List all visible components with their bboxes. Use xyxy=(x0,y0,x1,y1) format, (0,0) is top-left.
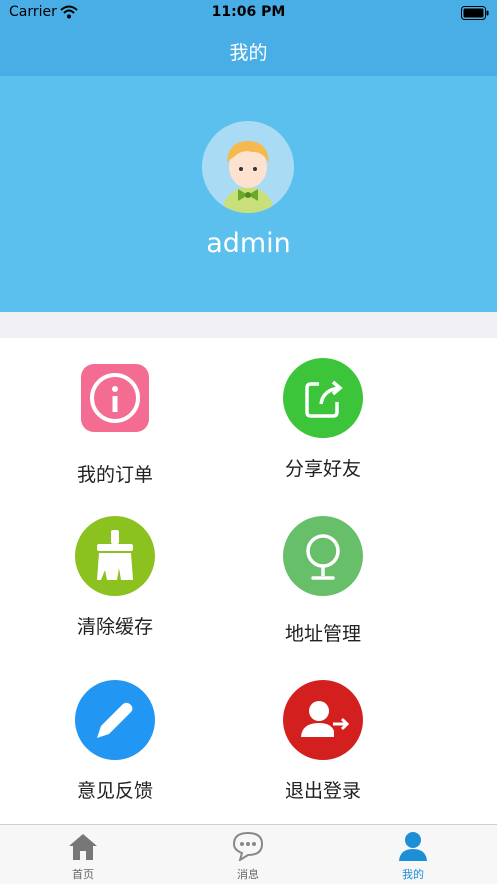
location-pin-icon xyxy=(283,516,363,596)
tab-bar: 首页 消息 我的 xyxy=(0,824,497,884)
share-icon xyxy=(283,358,363,438)
clock-time: 11:06 PM xyxy=(211,4,286,20)
menu-item-feedback[interactable]: 意见反馈 xyxy=(55,680,175,803)
menu-label: 清除缓存 xyxy=(76,616,153,638)
menu-item-my-orders[interactable]: 我的订单 xyxy=(55,364,175,487)
menu-item-clear-cache[interactable]: 清除缓存 xyxy=(55,516,175,639)
page-title: 我的 xyxy=(229,42,268,64)
menu-label: 退出登录 xyxy=(284,780,361,802)
avatar[interactable] xyxy=(202,121,294,213)
menu-label: 我的订单 xyxy=(76,464,153,486)
menu-item-share-friends[interactable]: 分享好友 xyxy=(263,358,383,481)
menu-label: 分享好友 xyxy=(284,458,361,480)
broom-icon xyxy=(75,516,155,596)
tab-label: 我的 xyxy=(402,868,424,881)
menu-label: 意见反馈 xyxy=(76,780,153,802)
chat-icon xyxy=(208,831,288,864)
status-bar: Carrier 11:06 PM xyxy=(0,0,497,26)
section-divider xyxy=(0,312,497,338)
menu-grid: 我的订单 分享好友 清除缓存 地址管理 意见反馈 退出登录 xyxy=(0,338,497,824)
info-circle-icon xyxy=(75,364,155,444)
profile-icon xyxy=(373,831,453,864)
menu-item-logout[interactable]: 退出登录 xyxy=(263,680,383,803)
navigation-bar: 我的 xyxy=(0,26,497,76)
tab-label: 首页 xyxy=(72,868,94,881)
battery-icon xyxy=(461,5,489,24)
logout-user-icon xyxy=(283,680,363,760)
tab-label: 消息 xyxy=(237,868,259,881)
tab-mine[interactable]: 我的 xyxy=(373,831,453,882)
menu-item-address-management[interactable]: 地址管理 xyxy=(263,516,383,646)
menu-label: 地址管理 xyxy=(284,623,361,645)
tab-home[interactable]: 首页 xyxy=(43,831,123,882)
tab-messages[interactable]: 消息 xyxy=(208,831,288,882)
home-icon xyxy=(43,831,123,864)
profile-header: admin xyxy=(0,76,497,312)
pencil-icon xyxy=(75,680,155,760)
username: admin xyxy=(206,228,291,259)
